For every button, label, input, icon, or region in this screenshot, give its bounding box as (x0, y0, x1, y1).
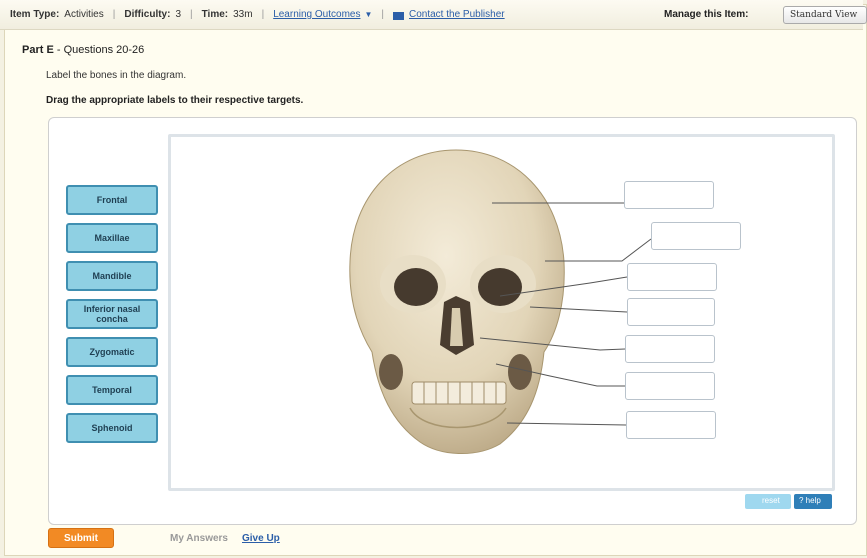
drop-target-5[interactable] (625, 335, 715, 363)
drop-target-2[interactable] (651, 222, 741, 250)
my-answers-label: My Answers (170, 533, 228, 544)
skull-diagram (349, 149, 652, 454)
drop-target-7[interactable] (626, 411, 716, 439)
reset-button[interactable]: reset (745, 494, 791, 509)
submit-button[interactable]: Submit (48, 528, 114, 548)
drop-target-4[interactable] (627, 298, 715, 326)
drop-target-1[interactable] (624, 181, 714, 209)
drop-target-6[interactable] (625, 372, 715, 400)
drop-target-3[interactable] (627, 263, 717, 291)
give-up-link[interactable]: Give Up (242, 533, 280, 544)
skull-image (349, 149, 565, 454)
help-button[interactable]: ? help (794, 494, 832, 509)
